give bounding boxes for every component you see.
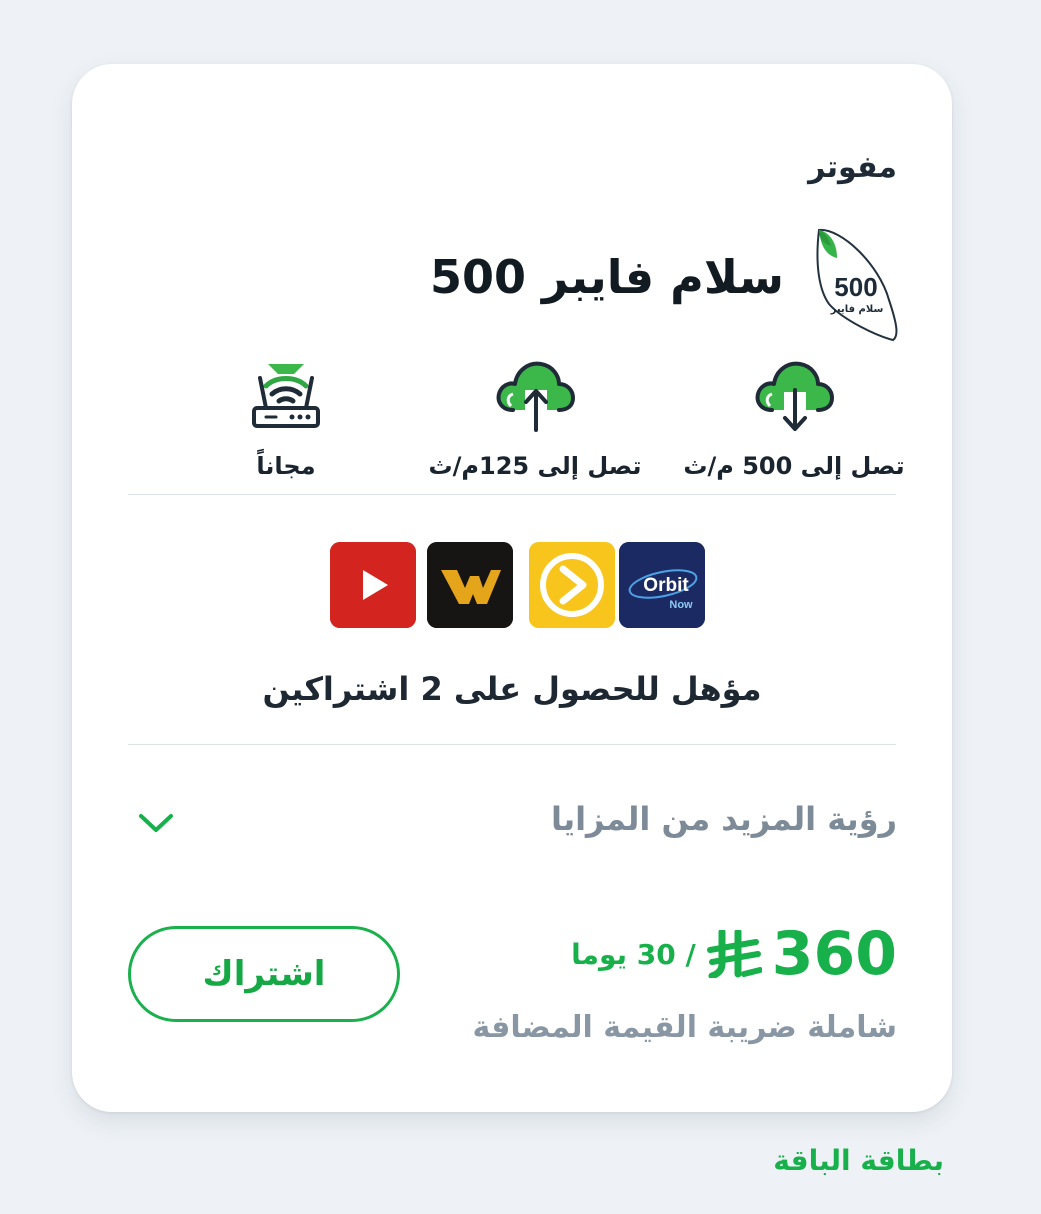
orbit-now-app-icon: Orbit Now: [619, 542, 705, 628]
eligible-subscriptions-text: مؤهل للحصول على 2 اشتراكين: [262, 670, 762, 708]
chevron-down-icon[interactable]: [136, 808, 176, 838]
feature-upload: تصل إلى 125م/ث: [405, 356, 665, 496]
riyal-currency-icon: [706, 928, 763, 980]
price-row: 360 / 30 يوما: [571, 919, 897, 989]
price-amount: 360: [771, 919, 897, 989]
feature-download: تصل إلى 500 م/ث: [664, 356, 924, 496]
plan-badge-caption: سلام فايبر: [830, 304, 884, 315]
plan-card-link[interactable]: بطاقة الباقة: [773, 1144, 944, 1177]
wifi-router-icon: [246, 356, 326, 440]
orbit-now-subtext: Now: [669, 599, 693, 611]
shahid-app-icon: [529, 542, 615, 628]
plan-badge-number: 500: [834, 272, 877, 302]
vat-note: شاملة ضريبة القيمة المضافة: [472, 1010, 897, 1045]
plan-name: سلام فايبر 500: [430, 250, 784, 304]
cloud-download-icon: [752, 356, 836, 440]
plan-type-label: مفوتر: [808, 150, 897, 185]
cloud-upload-icon: [493, 356, 577, 440]
divider-apps: [128, 744, 896, 745]
weyyak-app-icon: [427, 542, 513, 628]
app-logos-row: Orbit Now: [330, 542, 706, 630]
orbit-now-text: Orbit: [643, 575, 689, 596]
subscribe-button[interactable]: اشتراك: [128, 926, 400, 1022]
plan-card: مفوتر 500 سلام فايبر سلام فايبر 500 تصل …: [72, 64, 952, 1112]
more-benefits-toggle[interactable]: رؤية المزيد من المزايا: [551, 800, 897, 838]
youtube-app-icon: [330, 542, 416, 628]
plan-badge-logo: 500 سلام فايبر: [807, 224, 902, 344]
feature-router-label: مجاناً: [256, 452, 316, 480]
divider-features: [128, 494, 896, 495]
feature-router: مجاناً: [176, 356, 396, 496]
feature-download-label: تصل إلى 500 م/ث: [683, 452, 905, 480]
price-period: / 30 يوما: [571, 937, 696, 971]
feature-upload-label: تصل إلى 125م/ث: [428, 452, 642, 480]
